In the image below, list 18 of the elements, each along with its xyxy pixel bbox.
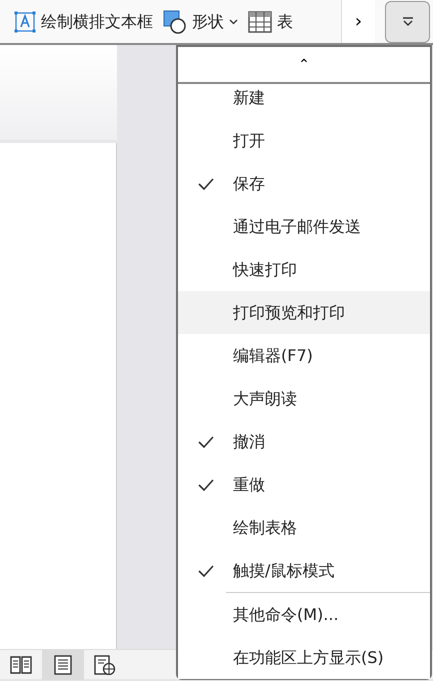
more-button[interactable]: › — [341, 0, 375, 43]
check-icon — [198, 436, 214, 448]
overflow-icon — [402, 16, 414, 26]
web-layout-icon — [94, 655, 116, 675]
textbox-button[interactable]: 绘制横排文本框 — [14, 10, 153, 34]
read-mode-icon — [10, 655, 32, 675]
print-layout-button[interactable] — [42, 650, 84, 680]
check-icon — [198, 178, 214, 190]
customize-toolbar-button[interactable] — [385, 0, 430, 42]
shapes-icon — [163, 10, 187, 34]
page-layout-icon — [54, 655, 72, 675]
table-button[interactable]: 表 — [248, 10, 293, 34]
check-icon — [198, 478, 214, 490]
check-icon — [198, 564, 214, 576]
table-icon — [248, 10, 272, 32]
textbox-icon — [14, 10, 36, 32]
menu-item[interactable]: 打印预览和打印 — [178, 291, 430, 334]
shapes-button[interactable]: 形状 — [163, 10, 238, 34]
